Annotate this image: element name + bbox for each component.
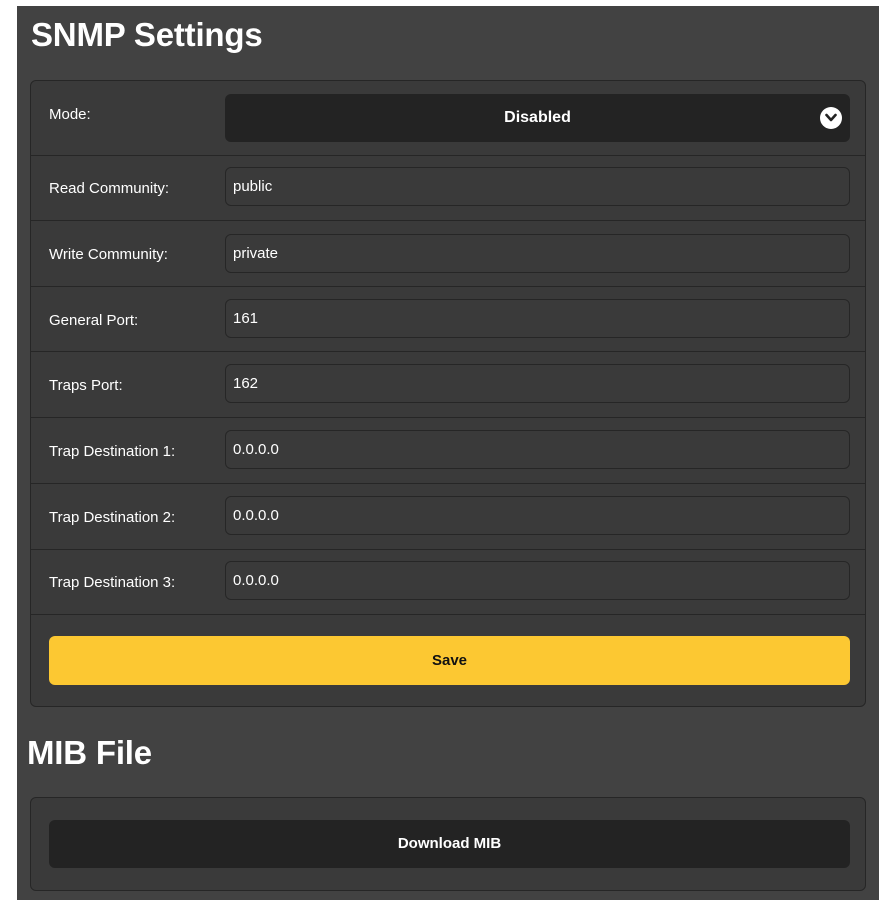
mib-file-title: MIB File (27, 734, 152, 771)
page-title: SNMP Settings (31, 16, 263, 53)
mode-label: Mode: (49, 106, 91, 123)
general-port-row: General Port: (31, 287, 865, 352)
trap-destination-3-row: Trap Destination 3: (31, 550, 865, 615)
trap-destination-1-row: Trap Destination 1: (31, 418, 865, 484)
write-community-row: Write Community: (31, 221, 865, 287)
trap-destination-2-row: Trap Destination 2: (31, 484, 865, 550)
trap-destination-3-label: Trap Destination 3: (49, 574, 176, 591)
mode-select[interactable]: Disabled (225, 94, 850, 142)
trap-destination-1-input[interactable] (225, 430, 850, 469)
snmp-settings-panel: Mode: Disabled Read Community: Write Com… (30, 80, 866, 707)
general-port-input[interactable] (225, 299, 850, 338)
snmp-settings-page: SNMP Settings Mode: Disabled Read Commun… (17, 6, 879, 900)
trap-destination-2-input[interactable] (225, 496, 850, 535)
traps-port-input[interactable] (225, 364, 850, 403)
read-community-input[interactable] (225, 167, 850, 206)
traps-port-row: Traps Port: (31, 352, 865, 418)
mib-file-panel: Download MIB (30, 797, 866, 891)
read-community-row: Read Community: (31, 156, 865, 221)
traps-port-label: Traps Port: (49, 377, 123, 394)
save-button[interactable]: Save (49, 636, 850, 685)
trap-destination-2-label: Trap Destination 2: (49, 509, 176, 526)
download-mib-button[interactable]: Download MIB (49, 820, 850, 868)
trap-destination-1-label: Trap Destination 1: (49, 443, 176, 460)
trap-destination-3-input[interactable] (225, 561, 850, 600)
chevron-down-icon (820, 107, 842, 129)
general-port-label: General Port: (49, 312, 139, 329)
write-community-label: Write Community: (49, 246, 168, 263)
write-community-input[interactable] (225, 234, 850, 273)
read-community-label: Read Community: (49, 180, 170, 197)
mode-selected-value: Disabled (504, 109, 571, 126)
mode-row: Mode: Disabled (31, 81, 865, 156)
